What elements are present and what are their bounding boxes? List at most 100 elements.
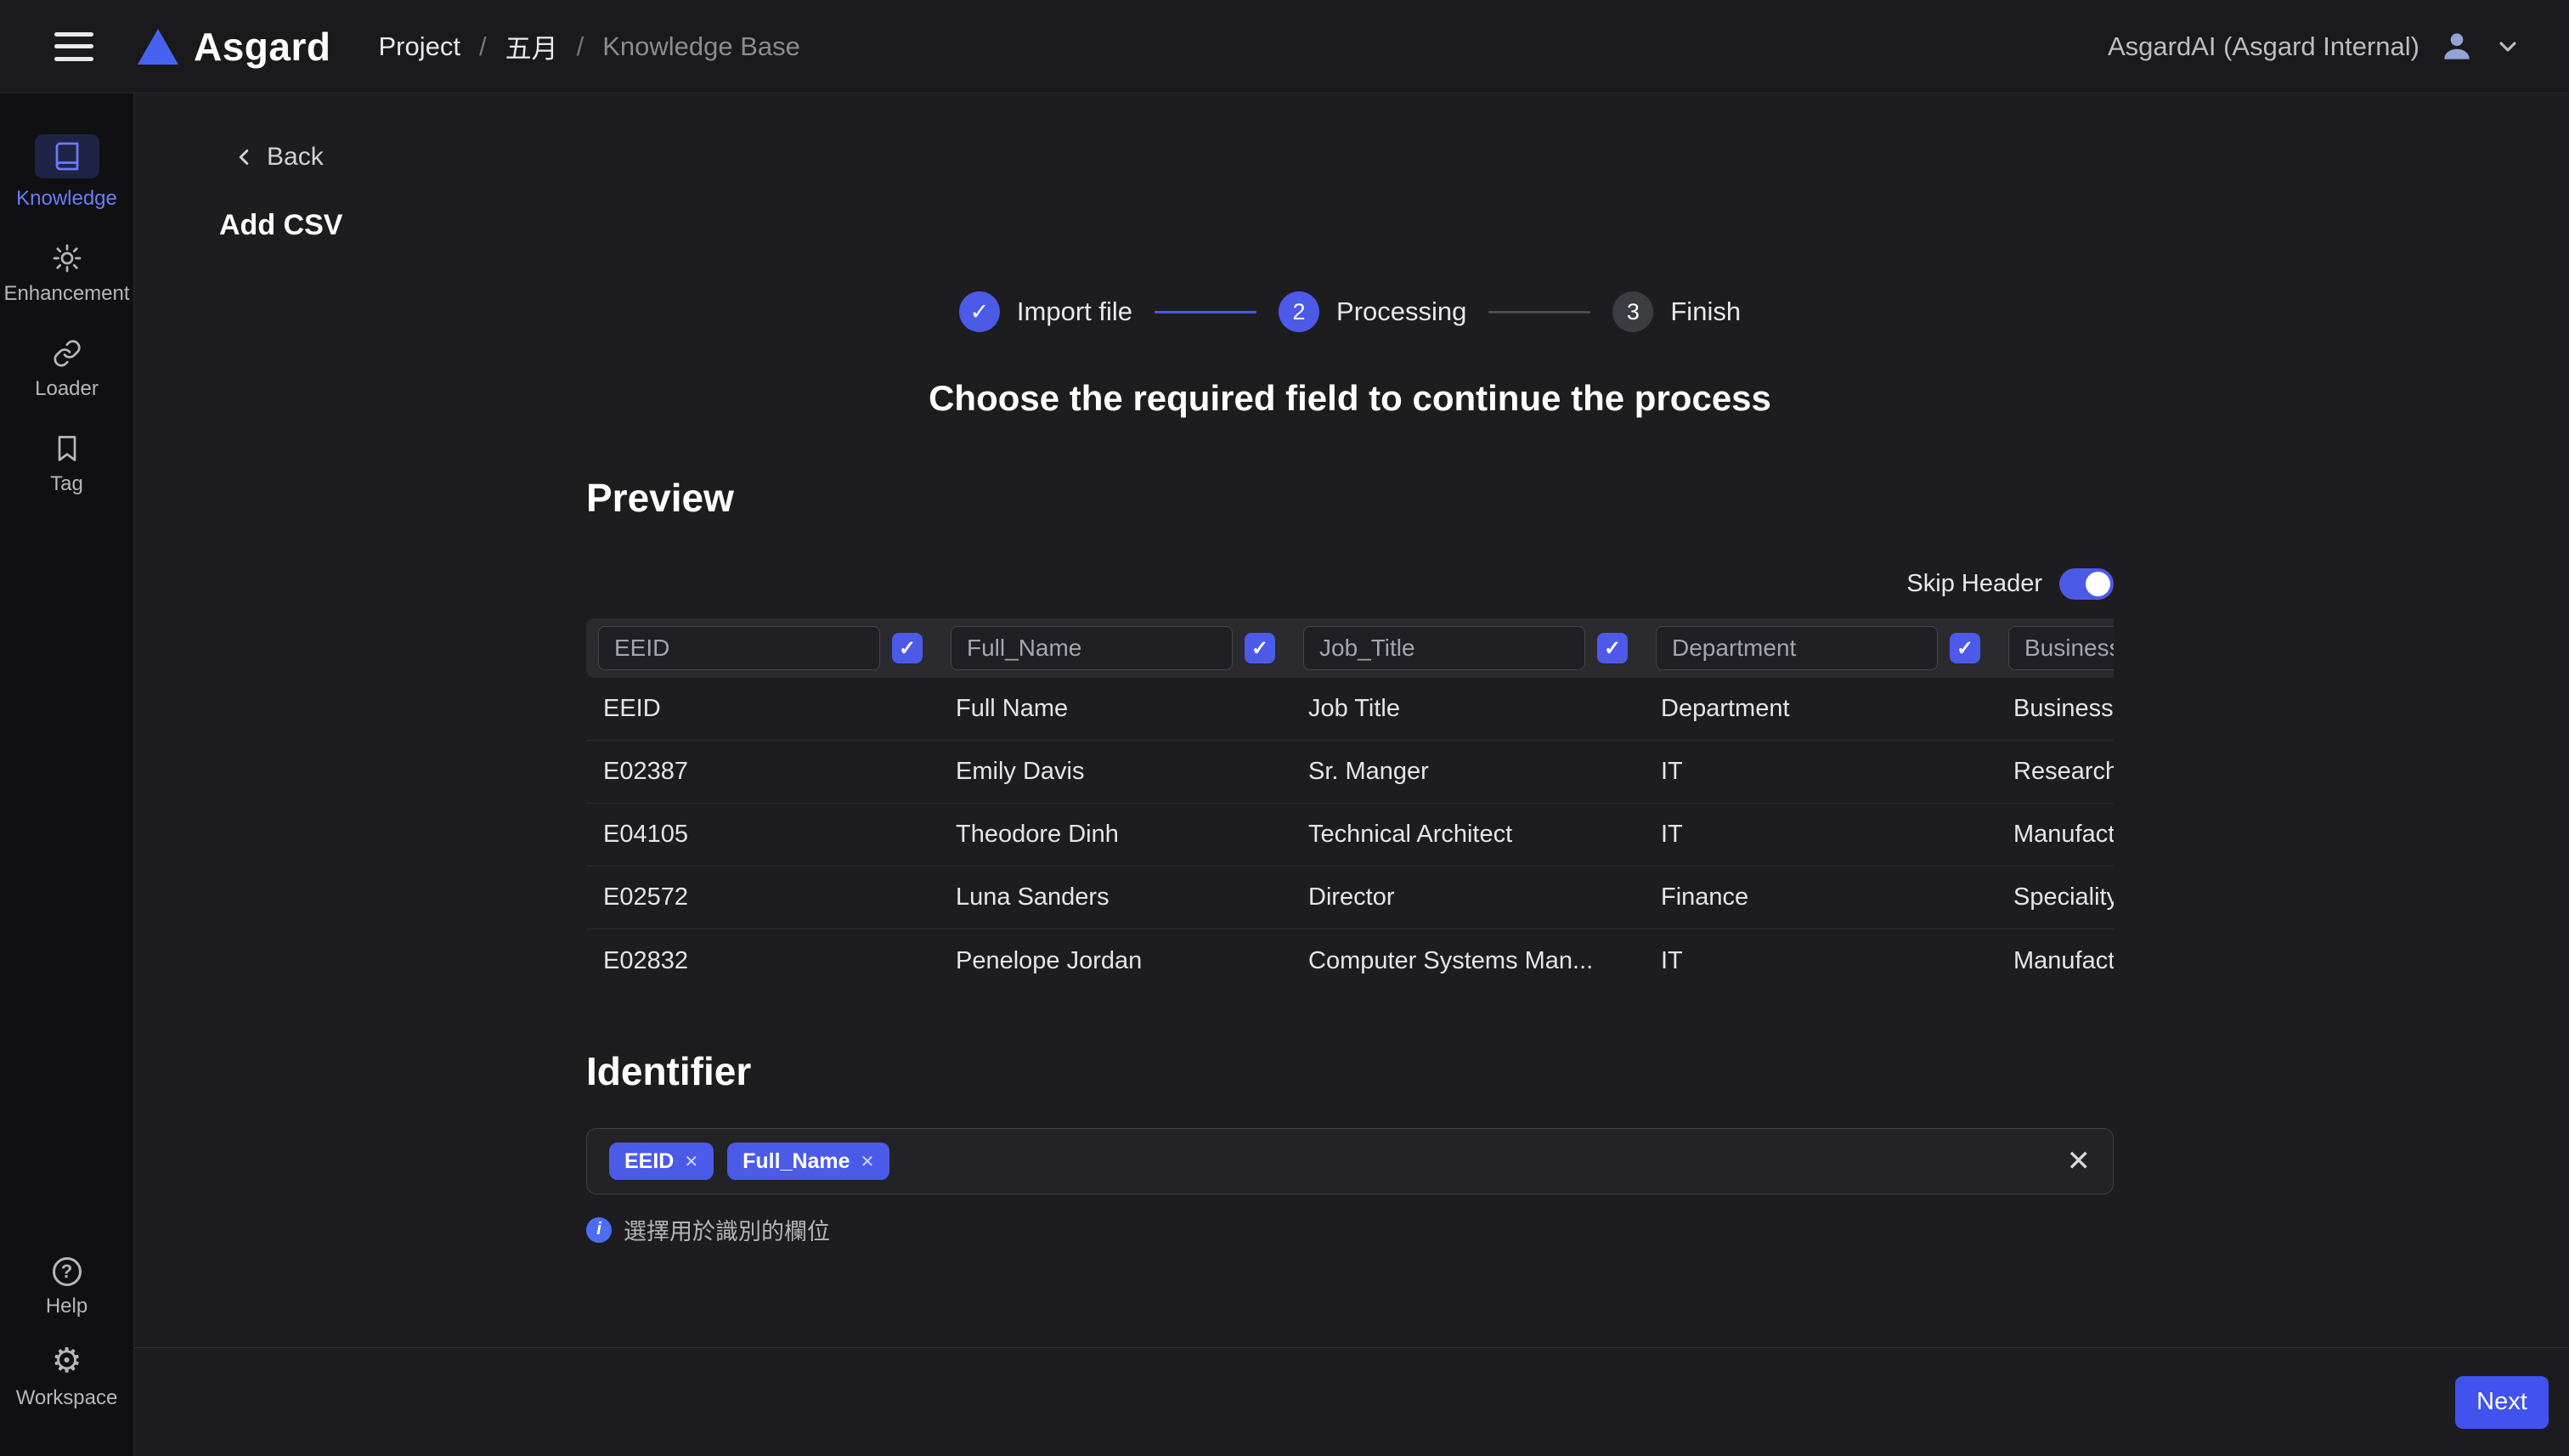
column-header-cell: ✓ [1303,626,1656,670]
identifier-chip: Full_Name ✕ [727,1143,889,1180]
main-content: Back Add CSV ✓ Import file 2 Processing … [134,93,2569,1456]
table-cell: IT [1644,947,1996,975]
table-cell: Penelope Jordan [939,947,1291,975]
column-checkbox[interactable]: ✓ [1950,633,1980,663]
identifier-heading: Identifier [586,1048,2114,1094]
sidebar-item-tag[interactable]: Tag [0,433,133,496]
sidebar-item-help[interactable]: ? Help [0,1257,133,1318]
column-field-input[interactable] [2008,626,2114,670]
breadcrumb-current-page: Knowledge Base [602,31,800,62]
table-cell: IT [1644,758,1996,786]
table-cell: Full Name [939,695,1291,723]
sidebar-item-knowledge[interactable]: Knowledge [0,134,133,211]
table-row: E02832 Penelope Jordan Computer Systems … [586,929,2114,992]
breadcrumb-separator: / [577,31,584,62]
identifier-hint: 選擇用於識別的欄位 [624,1213,830,1246]
page-subtitle: Choose the required field to continue th… [586,378,2114,419]
column-field-input[interactable] [598,626,880,670]
column-checkbox[interactable]: ✓ [892,633,923,663]
step-connector [1488,311,1590,313]
step-label: Processing [1336,296,1466,327]
table-cell: Manufactu [1996,821,2114,849]
help-icon: ? [53,1257,82,1286]
table-row: E02572 Luna Sanders Director Finance Spe… [586,866,2114,929]
breadcrumb-folder[interactable]: 五月 [505,27,558,65]
table-cell: Technical Architect [1291,821,1644,849]
column-field-input[interactable] [1303,626,1585,670]
identifier-select[interactable]: EEID ✕ Full_Name ✕ ✕ [586,1128,2114,1194]
column-header-cell: ✓ [951,626,1303,670]
toggle-knob [2086,572,2110,596]
column-checkbox[interactable]: ✓ [1597,633,1628,663]
table-cell: Emily Davis [939,758,1291,786]
column-field-input[interactable] [1656,626,1938,670]
triangle-logo-icon [138,29,178,65]
table-cell: Director [1291,883,1644,911]
table-cell: Theodore Dinh [939,821,1291,849]
breadcrumb-project[interactable]: Project [378,31,460,62]
page-title: Add CSV [219,209,2569,242]
preview-table: ✓ ✓ ✓ ✓ [586,618,2114,992]
sidebar: Knowledge Enhancement Loader Tag ? Help [0,93,134,1456]
table-cell: E02572 [586,883,939,911]
step-connector [1155,311,1256,313]
identifier-chip: EEID ✕ [609,1143,714,1180]
user-icon[interactable] [2438,28,2476,65]
column-header-cell: ✓ [2008,626,2114,670]
table-cell: Luna Sanders [939,883,1291,911]
bookmark-icon [52,433,82,464]
step-check-icon: ✓ [959,291,1000,332]
chip-label: Full_Name [742,1149,850,1174]
sidebar-item-enhancement[interactable]: Enhancement [0,243,133,306]
sun-icon [52,243,82,274]
app-name: Asgard [194,24,330,70]
sidebar-item-label: Enhancement [3,282,129,306]
chevron-left-icon [231,144,257,170]
step-number: 2 [1279,291,1319,332]
menu-icon[interactable] [54,32,93,61]
table-cell: E02387 [586,758,939,786]
book-icon [35,134,99,178]
breadcrumb-separator: / [479,31,487,62]
table-cell: Computer Systems Man... [1291,947,1644,975]
topbar: Asgard Project / 五月 / Knowledge Base Asg… [0,0,2569,93]
account-label: AsgardAI (Asgard Internal) [2108,31,2419,62]
step-number: 3 [1612,291,1653,332]
table-header-row: ✓ ✓ ✓ ✓ [586,618,2114,678]
table-cell: IT [1644,821,1996,849]
column-checkbox[interactable]: ✓ [1245,633,1275,663]
sidebar-item-label: Workspace [16,1386,118,1410]
table-cell: Manufactu [1996,947,2114,975]
table-cell: Speciality [1996,883,2114,911]
column-field-input[interactable] [951,626,1233,670]
back-button[interactable]: Back [231,143,324,172]
clear-all-icon[interactable]: ✕ [2067,1144,2092,1178]
footer-bar: Next [134,1347,2569,1456]
next-button[interactable]: Next [2455,1376,2549,1429]
app-logo[interactable]: Asgard [138,24,330,70]
table-row: E04105 Theodore Dinh Technical Architect… [586,804,2114,866]
breadcrumb: Project / 五月 / Knowledge Base [378,27,799,65]
sidebar-item-workspace[interactable]: ⚙ Workspace [0,1344,133,1410]
skip-header-toggle[interactable] [2059,568,2114,600]
table-cell: E02832 [586,947,939,975]
preview-heading: Preview [586,475,2114,521]
info-icon: i [586,1217,612,1243]
gear-icon: ⚙ [52,1344,82,1378]
chip-remove-icon[interactable]: ✕ [861,1151,875,1172]
step-finish: 3 Finish [1612,291,1741,332]
column-header-cell: ✓ [1656,626,2008,670]
step-label: Finish [1670,296,1741,327]
sidebar-item-label: Help [46,1295,88,1318]
chevron-down-icon[interactable] [2494,33,2521,60]
table-cell: Sr. Manger [1291,758,1644,786]
step-processing: 2 Processing [1279,291,1466,332]
table-cell: Research [1996,758,2114,786]
chip-remove-icon[interactable]: ✕ [684,1151,698,1172]
table-cell: Business [1996,695,2114,723]
table-cell: Finance [1644,883,1996,911]
table-cell: Department [1644,695,1996,723]
sidebar-item-loader[interactable]: Loader [0,338,133,401]
link-icon [52,338,82,369]
chip-label: EEID [624,1149,674,1174]
